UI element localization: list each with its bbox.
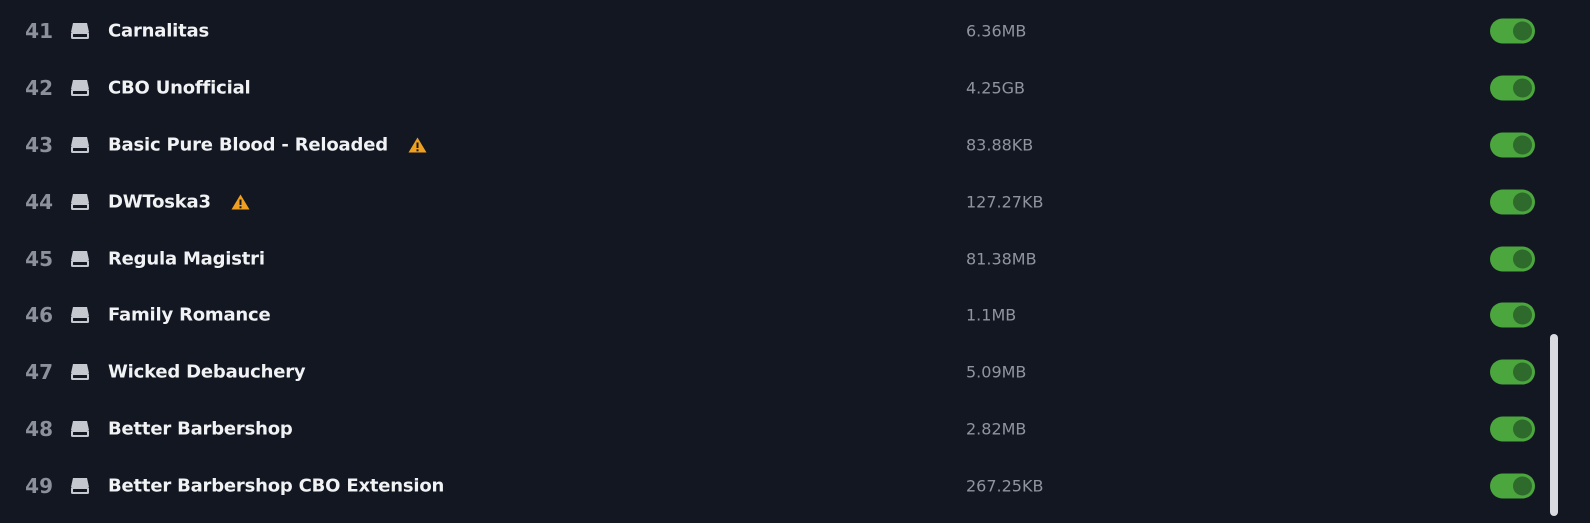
toggle-knob [1513, 192, 1532, 211]
scrollbar-thumb[interactable] [1550, 334, 1558, 516]
drive-icon [71, 22, 89, 39]
mod-name-group: Wicked Debauchery [108, 361, 306, 382]
mod-enabled-toggle[interactable] [1490, 246, 1535, 271]
mod-name: Family Romance [108, 304, 271, 325]
mod-size: 2.82MB [966, 419, 1027, 438]
mod-enabled-toggle[interactable] [1490, 132, 1535, 157]
toggle-knob [1513, 305, 1532, 324]
mod-index: 44 [25, 189, 53, 214]
mod-name-group: CBO Unofficial [108, 77, 251, 98]
warning-icon[interactable] [408, 136, 427, 153]
mod-name: Better Barbershop CBO Extension [108, 475, 445, 496]
mod-index: 47 [25, 359, 53, 384]
mod-name: Better Barbershop [108, 418, 293, 439]
toggle-knob [1513, 135, 1532, 154]
mod-name-group: Carnalitas [108, 20, 209, 41]
drive-icon [71, 477, 89, 494]
mod-enabled-toggle[interactable] [1490, 18, 1535, 43]
mod-name-group: DWToska3 [108, 191, 250, 212]
toggle-knob [1513, 362, 1532, 381]
mod-index: 49 [25, 473, 53, 498]
mod-index: 42 [25, 75, 53, 100]
mod-size: 267.25KB [966, 476, 1044, 495]
toggle-knob [1513, 21, 1532, 40]
toggle-knob [1513, 78, 1532, 97]
toggle-knob [1513, 249, 1532, 268]
mod-row[interactable]: 41 Carnalitas 6.36MB [0, 2, 1560, 59]
mod-size: 6.36MB [966, 21, 1027, 40]
mod-row[interactable]: 47 Wicked Debauchery 5.09MB [0, 343, 1560, 400]
mod-enabled-toggle[interactable] [1490, 359, 1535, 384]
drive-icon [71, 193, 89, 210]
mod-name: Wicked Debauchery [108, 361, 306, 382]
mod-list: 41 Carnalitas 6.36MB 42 CBO Unofficial 4… [0, 0, 1560, 523]
mod-name: DWToska3 [108, 191, 211, 212]
drive-icon [71, 79, 89, 96]
toggle-knob [1513, 476, 1532, 495]
mod-size: 5.09MB [966, 362, 1027, 381]
mod-name: CBO Unofficial [108, 77, 251, 98]
mod-name-group: Regula Magistri [108, 248, 265, 269]
mod-name: Basic Pure Blood - Reloaded [108, 134, 388, 155]
mod-name: Carnalitas [108, 20, 209, 41]
mod-row[interactable]: 42 CBO Unofficial 4.25GB [0, 59, 1560, 116]
mod-enabled-toggle[interactable] [1490, 75, 1535, 100]
mod-index: 46 [25, 302, 53, 327]
mod-index: 41 [25, 18, 53, 43]
mod-enabled-toggle[interactable] [1490, 189, 1535, 214]
mod-size: 4.25GB [966, 78, 1025, 97]
mod-index: 48 [25, 416, 53, 441]
drive-icon [71, 363, 89, 380]
mod-enabled-toggle[interactable] [1490, 473, 1535, 498]
mod-index: 43 [25, 132, 53, 157]
warning-icon[interactable] [231, 193, 250, 210]
mod-enabled-toggle[interactable] [1490, 302, 1535, 327]
drive-icon [71, 250, 89, 267]
mod-row[interactable]: 45 Regula Magistri 81.38MB [0, 230, 1560, 287]
mod-name: Regula Magistri [108, 248, 265, 269]
mod-row[interactable]: 43 Basic Pure Blood - Reloaded 83.88KB [0, 116, 1560, 173]
drive-icon [71, 136, 89, 153]
mod-row[interactable]: 44 DWToska3 127.27KB [0, 173, 1560, 230]
drive-icon [71, 306, 89, 323]
mod-size: 83.88KB [966, 135, 1034, 154]
drive-icon [71, 420, 89, 437]
mod-size: 127.27KB [966, 192, 1044, 211]
mod-name-group: Basic Pure Blood - Reloaded [108, 134, 427, 155]
mod-name-group: Better Barbershop CBO Extension [108, 475, 444, 496]
toggle-knob [1513, 419, 1532, 438]
mod-index: 45 [25, 246, 53, 271]
mod-row[interactable]: 49 Better Barbershop CBO Extension 267.2… [0, 457, 1560, 514]
mod-size: 1.1MB [966, 305, 1017, 324]
mod-size: 81.38MB [966, 249, 1037, 268]
mod-row[interactable]: 46 Family Romance 1.1MB [0, 286, 1560, 343]
mod-row[interactable]: 48 Better Barbershop 2.82MB [0, 400, 1560, 457]
vertical-scrollbar[interactable] [1548, 0, 1560, 523]
mod-name-group: Family Romance [108, 304, 271, 325]
mod-enabled-toggle[interactable] [1490, 416, 1535, 441]
mod-name-group: Better Barbershop [108, 418, 293, 439]
